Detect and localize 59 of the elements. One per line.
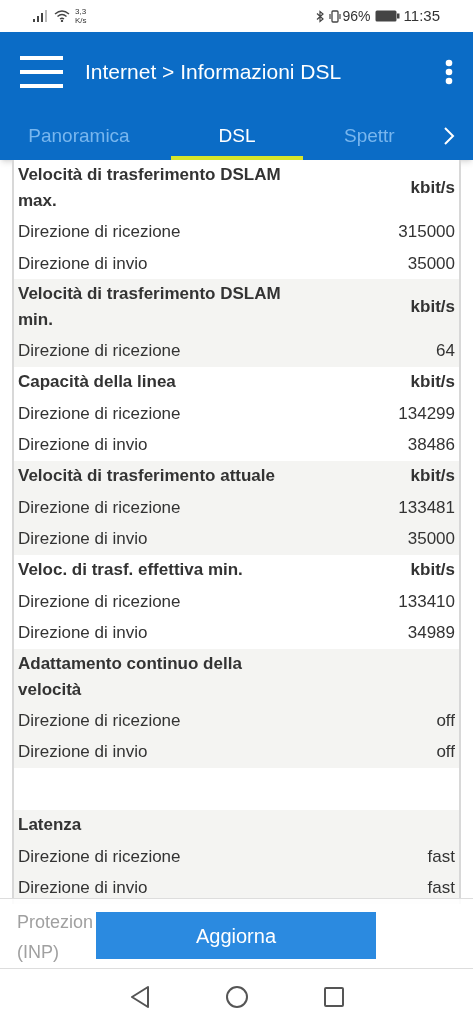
row-label: Direzione di ricezione bbox=[18, 709, 181, 732]
row-label: Direzione di ricezione bbox=[18, 845, 181, 868]
unit-label: kbit/s bbox=[410, 371, 455, 394]
row-label: Direzione di invio bbox=[18, 622, 148, 644]
section-heading: Capacità della linea bbox=[18, 371, 177, 393]
row-value: 315000 bbox=[398, 221, 455, 243]
row-label: Direzione di invio bbox=[18, 528, 148, 550]
row-label: Direzione di ricezione bbox=[18, 496, 181, 519]
section-heading: Velocità di trasferimento DSLAM max. bbox=[18, 164, 282, 212]
row-value: fast bbox=[427, 845, 455, 868]
row-value: off bbox=[436, 709, 455, 732]
row-label: Direzione di invio bbox=[18, 741, 148, 763]
unit-label: kbit/s bbox=[410, 177, 455, 200]
row-label: Direzione di ricezione bbox=[18, 590, 181, 613]
wifi-icon bbox=[54, 10, 70, 22]
row-label: Direzione di ricezione bbox=[18, 221, 181, 243]
network-speed: 3,3 bbox=[75, 7, 87, 16]
row-value: fast bbox=[427, 877, 455, 899]
row-value: 64 bbox=[436, 340, 455, 362]
section-heading: Velocità di trasferimento attuale bbox=[18, 465, 276, 487]
signal-icon bbox=[33, 10, 49, 22]
row-label: Direzione di ricezione bbox=[18, 340, 181, 362]
refresh-button[interactable]: Aggiorna bbox=[96, 912, 376, 959]
battery-icon bbox=[374, 10, 400, 22]
back-icon[interactable] bbox=[129, 985, 150, 1008]
battery-percentage: 96% bbox=[342, 6, 371, 26]
section-heading: Latenza bbox=[18, 814, 83, 836]
more-options-icon[interactable] bbox=[445, 59, 453, 85]
row-label: Direzione di ricezione bbox=[18, 402, 181, 425]
row-value: 38486 bbox=[407, 434, 455, 456]
section-heading: Adattamento continuo della velocità bbox=[18, 652, 243, 701]
row-value: 133410 bbox=[398, 590, 455, 613]
unit-label: kbit/s bbox=[410, 296, 455, 319]
row-label: Direzione di invio bbox=[18, 434, 148, 456]
clock-time: 11:35 bbox=[403, 5, 440, 26]
section-heading: Veloc. di trasf. effettiva min. bbox=[18, 559, 244, 581]
row-value: 133481 bbox=[398, 496, 455, 519]
row-value: 35000 bbox=[407, 252, 455, 275]
tab[interactable]: Panoramica bbox=[26, 112, 132, 160]
row-value: off bbox=[436, 741, 455, 763]
row-label: Direzione di invio bbox=[18, 252, 148, 275]
chevron-right-icon[interactable] bbox=[443, 126, 455, 146]
unit-label: kbit/s bbox=[410, 465, 455, 488]
unit-label: kbit/s bbox=[410, 559, 455, 582]
recents-icon[interactable] bbox=[323, 986, 344, 1007]
page-title: Internet > Informazioni DSL bbox=[85, 59, 343, 86]
bluetooth-icon bbox=[315, 9, 325, 23]
row-value: 134299 bbox=[398, 402, 455, 425]
vibrate-icon bbox=[327, 9, 342, 23]
section-heading: Velocità di trasferimento DSLAM min. bbox=[18, 283, 282, 331]
menu-icon[interactable] bbox=[20, 56, 63, 88]
covered-text: Protezion bbox=[17, 911, 94, 934]
row-label: Direzione di invio bbox=[18, 877, 148, 899]
tab[interactable]: Spettr bbox=[342, 112, 397, 160]
covered-text: (INP) bbox=[17, 941, 60, 964]
home-icon[interactable] bbox=[225, 985, 248, 1008]
network-speed-unit: K/s bbox=[75, 16, 87, 25]
row-value: 35000 bbox=[407, 528, 455, 550]
row-value: 34989 bbox=[407, 622, 455, 644]
